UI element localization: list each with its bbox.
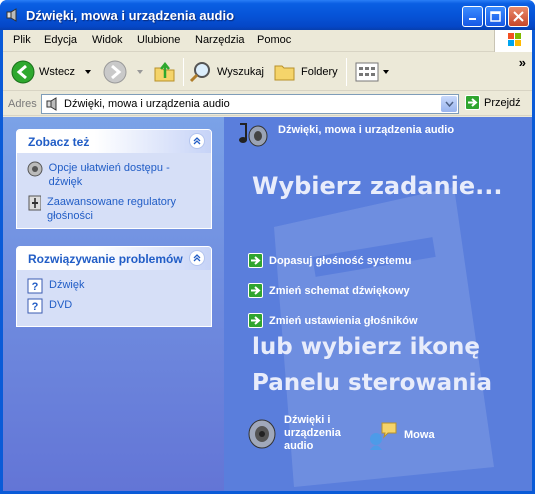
link-label: Dźwięk [49,279,85,291]
link-dvd-troubleshooter[interactable]: ? DVD [27,298,203,314]
address-label: Adres [8,98,37,110]
troubleshoot-header[interactable]: Rozwiązywanie problemów [17,247,211,270]
title-bar[interactable]: Dźwięki, mowa i urządzenia audio [0,0,535,30]
cp-icon-label: Dźwięki i urządzenia audio [284,414,341,452]
task-label: Zmień schemat dźwiękowy [269,284,410,297]
address-field[interactable]: Dźwięki, mowa i urządzenia audio [41,94,459,114]
window: Dźwięki, mowa i urządzenia audio Plik Ed… [0,0,535,494]
help-icon: ? [27,278,43,294]
task-pane: Zobacz też Opcje ułatwień dostępu - dźwi… [3,117,224,491]
category-title: Dźwięki, mowa i urządzenia audio [278,124,455,136]
folder-up-icon [154,61,175,82]
search-button[interactable]: Wyszukaj [189,54,264,90]
address-value: Dźwięki, mowa i urządzenia audio [64,98,230,110]
menu-edit[interactable]: Edycja [44,34,77,46]
folders-label: Foldery [301,66,338,78]
go-label: Przejdź [484,96,521,109]
minimize-button[interactable] [462,6,483,27]
forward-arrow-icon [103,60,127,84]
task-label: Dopasuj głośność systemu [269,254,412,267]
views-grid-icon [355,62,379,82]
go-button[interactable]: Przejdź [465,95,521,110]
folders-button[interactable]: Foldery [273,54,338,90]
task-arrow-icon [248,283,263,298]
icon-heading-line2: Panelu sterowania [252,370,492,396]
windows-logo [494,30,532,52]
icon-heading-line1: lub wybierz ikonę [252,334,480,360]
chevron-up-icon [193,137,201,145]
troubleshoot-title: Rozwiązywanie problemów [28,252,183,266]
folder-icon [274,65,295,81]
see-also-title: Zobacz też [28,135,90,149]
icon-heading: lub wybierz ikonę Panelu sterowania [252,329,492,401]
back-arrow-icon [11,60,35,84]
troubleshoot-box: Rozwiązywanie problemów ? Dźwięk ? DVD [16,246,212,327]
forward-button[interactable] [103,54,145,90]
chevron-down-icon [85,70,92,74]
menu-file[interactable]: Plik [13,34,31,46]
accessibility-speaker-icon [27,161,43,177]
address-dropdown-button[interactable] [441,96,457,112]
speaker-icon [6,8,17,22]
link-sound-troubleshooter[interactable]: ? Dźwięk [27,278,203,294]
chevron-up-icon [193,254,201,262]
menu-view[interactable]: Widok [92,34,123,46]
window-title: Dźwięki, mowa i urządzenia audio [26,8,235,23]
maximize-button[interactable] [485,6,506,27]
see-also-header[interactable]: Zobacz też [17,130,211,153]
chevron-down-icon [137,70,143,74]
go-arrow-icon [465,95,480,110]
main-pane: Dźwięki, mowa i urządzenia audio Wybierz… [224,117,532,491]
menu-bar: Plik Edycja Widok Ulubione Narzędzia Pom… [3,30,532,52]
task-change-scheme[interactable]: Zmień schemat dźwiękowy [248,283,410,298]
link-accessibility-options[interactable]: Opcje ułatwień dostępu - dźwięk [27,161,203,189]
cp-icon-sounds[interactable]: Dźwięki i urządzenia audio [246,414,344,453]
link-label: Opcje ułatwień dostępu - dźwięk [48,162,170,188]
speaker-icon [248,419,276,448]
close-icon [513,11,524,22]
see-also-box: Zobacz też Opcje ułatwień dostępu - dźwi… [16,129,212,229]
cp-icon-label: Mowa [404,428,435,441]
link-label: DVD [49,299,73,311]
window-frame: Plik Edycja Widok Ulubione Narzędzia Pom… [3,30,532,491]
task-adjust-volume[interactable]: Dopasuj głośność systemu [248,253,411,268]
sound-category-icon [239,123,268,147]
back-button[interactable]: Wstecz [11,54,93,90]
toolbar-overflow[interactable]: » [519,55,526,70]
chevron-down-icon [444,101,454,107]
minimize-icon [469,18,476,20]
speech-icon [370,422,397,450]
chevron-down-icon [383,70,389,74]
maximize-icon [490,11,501,22]
collapse-button[interactable] [189,133,205,149]
task-arrow-icon [248,253,263,268]
views-button[interactable] [355,54,391,90]
toolbar: Wstecz Wyszukaj Foldery » [3,53,532,91]
task-heading: Wybierz zadanie... [252,172,503,200]
close-button[interactable] [508,6,529,27]
search-label: Wyszukaj [217,66,264,78]
address-bar: Adres Dźwięki, mowa i urządzenia audio P… [3,92,532,116]
svg-text:?: ? [32,301,39,313]
menu-tools[interactable]: Narzędzia [195,34,245,46]
collapse-button[interactable] [189,250,205,266]
menu-favorites[interactable]: Ulubione [137,34,180,46]
search-icon [189,62,210,83]
task-speaker-settings[interactable]: Zmień ustawienia głośników [248,313,418,328]
help-icon: ? [27,298,43,314]
back-label: Wstecz [39,66,76,78]
content-area: Zobacz też Opcje ułatwień dostępu - dźwi… [3,117,532,491]
link-label: Zaawansowane regulatory głośności [47,196,177,222]
link-advanced-volume[interactable]: Zaawansowane regulatory głośności [27,195,203,223]
task-arrow-icon [248,313,263,328]
menu-help[interactable]: Pomoc [257,34,291,46]
windows-flag-icon [508,33,521,46]
speaker-icon [46,97,57,111]
up-folder-button[interactable] [153,54,177,90]
svg-text:?: ? [32,281,39,293]
cp-icon-speech[interactable]: Mowa [366,419,435,451]
volume-control-icon [28,195,42,211]
task-label: Zmień ustawienia głośników [269,314,418,327]
